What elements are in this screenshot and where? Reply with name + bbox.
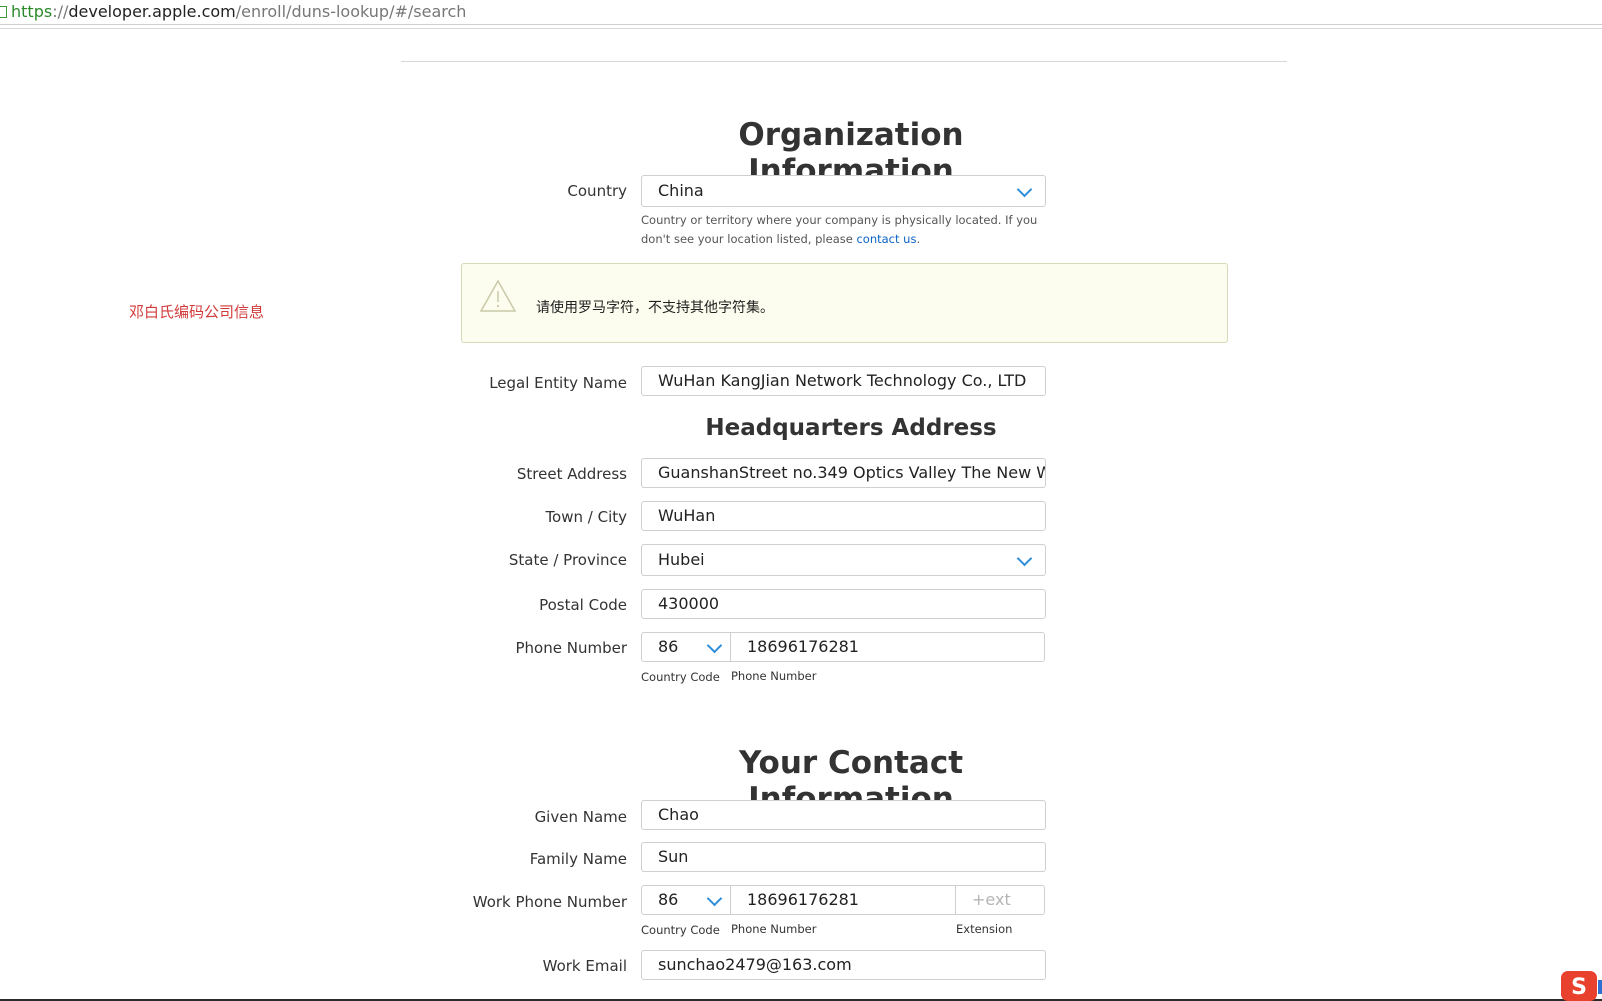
warning-triangle-icon <box>479 279 517 312</box>
country-label: Country <box>567 182 627 200</box>
country-select[interactable]: China <box>641 175 1046 207</box>
country-value: China <box>658 181 704 200</box>
work-phone-label: Work Phone Number <box>472 893 627 911</box>
chevron-down-icon <box>706 890 723 907</box>
lock-icon <box>0 6 7 18</box>
chevron-down-icon <box>1016 181 1033 198</box>
phone-number-input[interactable]: 18696176281 <box>730 632 1045 662</box>
state-value: Hubei <box>658 550 705 569</box>
legal-entity-label: Legal Entity Name <box>489 374 627 392</box>
state-label: State / Province <box>508 551 627 569</box>
warning-text: 请使用罗马字符，不支持其他字符集。 <box>536 300 774 316</box>
phone-country-code-select[interactable]: 86 <box>641 632 731 662</box>
street-label: Street Address <box>516 465 627 483</box>
state-select[interactable]: Hubei <box>641 544 1046 576</box>
contact-us-link[interactable]: contact us <box>856 232 916 246</box>
legal-entity-input[interactable]: WuHan KangJian Network Technology Co., L… <box>641 366 1046 396</box>
annotation-note: 邓白氏编码公司信息 <box>129 303 265 321</box>
country-help-text: Country or territory where your company … <box>641 213 1038 246</box>
chevron-down-icon <box>1016 550 1033 567</box>
work-country-code-caption: Country Code <box>641 923 720 937</box>
street-input[interactable]: GuanshanStreet no.349 Optics Valley The … <box>641 458 1046 488</box>
given-name-label: Given Name <box>534 808 627 826</box>
section-divider <box>401 61 1287 62</box>
postal-input[interactable]: 430000 <box>641 589 1046 619</box>
postal-label: Postal Code <box>539 596 627 614</box>
work-phone-number-caption: Phone Number <box>731 922 817 936</box>
phone-label: Phone Number <box>515 639 628 657</box>
warning-banner: 请使用罗马字符，不支持其他字符集。 <box>461 263 1228 343</box>
input-method-icon[interactable]: S <box>1560 970 1602 1001</box>
url-text[interactable]: https://developer.apple.com/enroll/duns-… <box>11 0 466 24</box>
country-code-caption: Country Code <box>641 670 720 684</box>
phone-country-code-value: 86 <box>658 637 679 656</box>
work-phone-number-input[interactable]: 18696176281 <box>730 885 956 915</box>
work-email-label: Work Email <box>542 957 627 975</box>
work-phone-country-code-value: 86 <box>658 890 679 909</box>
city-label: Town / City <box>545 508 627 526</box>
family-name-input[interactable]: Sun <box>641 842 1046 872</box>
headquarters-title: Headquarters Address <box>705 415 997 441</box>
chevron-down-icon <box>706 637 723 654</box>
phone-number-caption: Phone Number <box>731 669 817 683</box>
address-bar[interactable]: https://developer.apple.com/enroll/duns-… <box>0 0 1602 25</box>
work-phone-country-code-select[interactable]: 86 <box>641 885 731 915</box>
given-name-input[interactable]: Chao <box>641 800 1046 830</box>
family-name-label: Family Name <box>529 850 627 868</box>
city-input[interactable]: WuHan <box>641 501 1046 531</box>
work-phone-extension-input[interactable]: +ext <box>955 885 1045 915</box>
extension-caption: Extension <box>956 922 1013 936</box>
work-email-input[interactable]: sunchao2479@163.com <box>641 950 1046 980</box>
svg-text:S: S <box>1571 975 1587 1000</box>
toolbar-divider <box>0 28 1602 29</box>
